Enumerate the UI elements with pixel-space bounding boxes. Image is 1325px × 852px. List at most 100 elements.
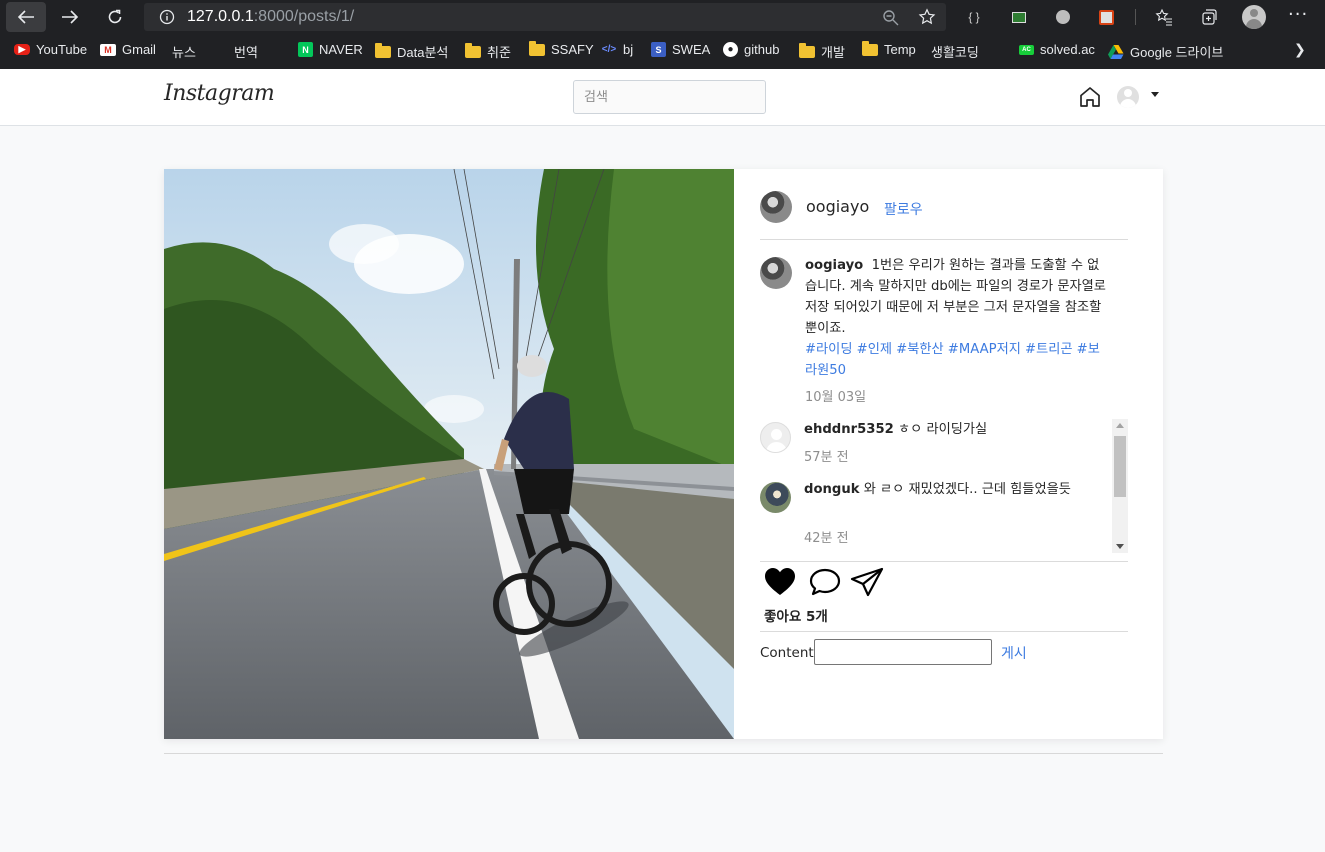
bookmark-label: YouTube (36, 42, 88, 57)
caption-avatar[interactable] (760, 257, 792, 289)
arrow-left-icon (17, 10, 34, 24)
info-icon[interactable] (159, 9, 175, 25)
heart-icon[interactable] (764, 567, 796, 597)
reload-icon (108, 9, 122, 24)
divider (760, 631, 1128, 632)
comment-text: 와 ㄹㅇ 재밌었겠다.. 근데 힘들었을듯 (863, 482, 1071, 497)
bookmark-label: 취준 (487, 45, 511, 60)
bookmark-job[interactable]: 취준 (465, 42, 511, 61)
share-paper-plane-icon[interactable] (850, 567, 884, 597)
scroll-thumb[interactable] (1114, 436, 1126, 497)
follow-button[interactable]: 팔로우 (884, 199, 923, 219)
profile-dropdown-caret-icon[interactable] (1151, 92, 1159, 97)
bookmark-label: Google 드라이브 (1130, 45, 1224, 60)
more-menu-icon[interactable]: ··· (1288, 4, 1308, 25)
home-icon[interactable] (1078, 85, 1102, 109)
commenter-avatar[interactable] (760, 482, 791, 513)
json-viewer-extension-icon[interactable]: { } (964, 7, 984, 27)
bookmark-label: 번역 (234, 45, 258, 60)
bookmark-label: 생활코딩 (931, 45, 979, 60)
collections-icon[interactable] (1199, 7, 1219, 27)
shield-extension-icon[interactable] (1053, 7, 1073, 27)
instagram-navbar: Instagram (0, 69, 1325, 126)
bookmarks-more-chevron-icon[interactable]: ❯ (1294, 42, 1306, 58)
scroll-down-arrow-icon[interactable] (1116, 544, 1124, 549)
folder-icon (529, 40, 545, 56)
address-bar[interactable]: 127.0.0.1:8000/posts/1/ (144, 3, 946, 31)
folder-icon (799, 42, 815, 58)
commenter-avatar[interactable] (760, 422, 791, 453)
favorites-icon[interactable] (1154, 7, 1174, 27)
bookmark-translate[interactable]: 번역 (234, 42, 258, 126)
bookmark-label: solved.ac (1040, 42, 1095, 57)
post-card: oogiayo 팔로우 oogiayo 1번은 우리가 원하는 결과를 도출할 … (164, 169, 1163, 739)
bookmark-news[interactable]: 뉴스 (172, 42, 196, 126)
reload-button[interactable] (95, 2, 135, 32)
browser-profile-avatar[interactable] (1242, 5, 1266, 29)
bookmarks-bar: ▶ YouTube M Gmail 뉴스 번역 N NAVER Data분석 취준 S… (0, 34, 1325, 126)
submit-comment-button[interactable]: 게시 (1001, 643, 1027, 663)
favorites-star-icon (1155, 8, 1172, 26)
bookmark-label: Temp (884, 42, 916, 57)
gmail-icon: M (100, 43, 116, 56)
bookmark-google-drive[interactable]: Google 드라이브 (1108, 42, 1223, 61)
bookmark-youtube[interactable]: ▶ YouTube (14, 42, 87, 57)
caption-username[interactable]: oogiayo (805, 258, 863, 273)
folder-icon (465, 42, 481, 58)
caption-hashtags[interactable]: #라이딩 #인제 #북한산 #MAAP저지 #트리곤 #보라원50 (805, 342, 1100, 378)
divider (760, 239, 1128, 240)
bookmark-label: Gmail (122, 42, 156, 57)
page-content: Instagram 검색 oogiayo 팔로우 oogiayo 1번은 우리가… (0, 69, 1325, 852)
bookmark-gmail[interactable]: M Gmail (100, 42, 156, 57)
bookmark-opentutorials[interactable]: 생활코딩 (931, 42, 979, 126)
arrow-right-icon (62, 10, 79, 24)
naver-icon: N (298, 42, 313, 57)
bookmark-data[interactable]: Data분석 (375, 42, 448, 61)
bookmark-ssafy[interactable]: SSAFY (529, 40, 594, 57)
page-divider (164, 753, 1163, 754)
post-photo (164, 169, 734, 739)
comment-text: ㅎㅇ 라이딩가실 (898, 422, 988, 437)
bookmark-label: 뉴스 (172, 45, 196, 60)
content-input[interactable] (814, 639, 992, 665)
divider (760, 561, 1128, 562)
url-text[interactable]: 127.0.0.1:8000/posts/1/ (187, 8, 354, 26)
bookmark-label: SSAFY (551, 42, 594, 57)
comment-username[interactable]: ehddnr5352 (804, 422, 894, 437)
bookmark-bj[interactable]: </> bj (601, 42, 633, 57)
scroll-up-arrow-icon[interactable] (1116, 423, 1124, 428)
comment-item: ehddnr5352 ㅎㅇ 라이딩가실 (804, 419, 1094, 440)
search-input[interactable] (573, 80, 766, 114)
bookmark-label: 개발 (821, 45, 845, 60)
likes-count: 좋아요 5개 (764, 609, 828, 625)
bookmark-label: Data분석 (397, 45, 449, 60)
instagram-logo[interactable]: Instagram (164, 81, 275, 106)
comments-scrollbar[interactable] (1112, 419, 1128, 553)
google-drive-icon (1108, 44, 1124, 59)
comments-list[interactable]: ehddnr5352 ㅎㅇ 라이딩가실 57분 전 donguk 와 ㄹㅇ 재밌… (760, 419, 1128, 553)
author-username[interactable]: oogiayo (806, 197, 869, 216)
comment-username[interactable]: donguk (804, 482, 860, 497)
red-extension-icon[interactable] (1096, 7, 1116, 27)
solvedac-icon: AC (1019, 44, 1034, 55)
bookmark-solvedac[interactable]: AC solved.ac (1019, 42, 1095, 57)
author-avatar[interactable] (760, 191, 792, 223)
zoom-icon[interactable] (882, 9, 900, 27)
star-icon[interactable] (918, 8, 936, 26)
browser-toolbar: 127.0.0.1:8000/posts/1/ { } ··· (0, 0, 1325, 34)
post-sidebar: oogiayo 팔로우 oogiayo 1번은 우리가 원하는 결과를 도출할 … (760, 169, 1128, 739)
comment-bubble-icon[interactable] (809, 567, 841, 597)
bookmark-github[interactable]: ● github (723, 42, 779, 57)
back-button[interactable] (6, 2, 46, 32)
bookmark-naver[interactable]: N NAVER (298, 42, 363, 57)
content-label: Content: (760, 645, 819, 661)
forward-button[interactable] (50, 2, 90, 32)
bookmark-label: bj (623, 42, 634, 57)
bookmark-dev[interactable]: 개발 (799, 42, 845, 61)
bookmark-label: github (744, 42, 780, 57)
profile-avatar-icon[interactable] (1117, 86, 1139, 108)
bookmark-temp[interactable]: Temp (862, 40, 916, 57)
bookmark-swea[interactable]: S SWEA (651, 42, 710, 57)
extension-icon[interactable] (1009, 7, 1029, 27)
url-path: :8000/posts/1/ (253, 8, 355, 25)
